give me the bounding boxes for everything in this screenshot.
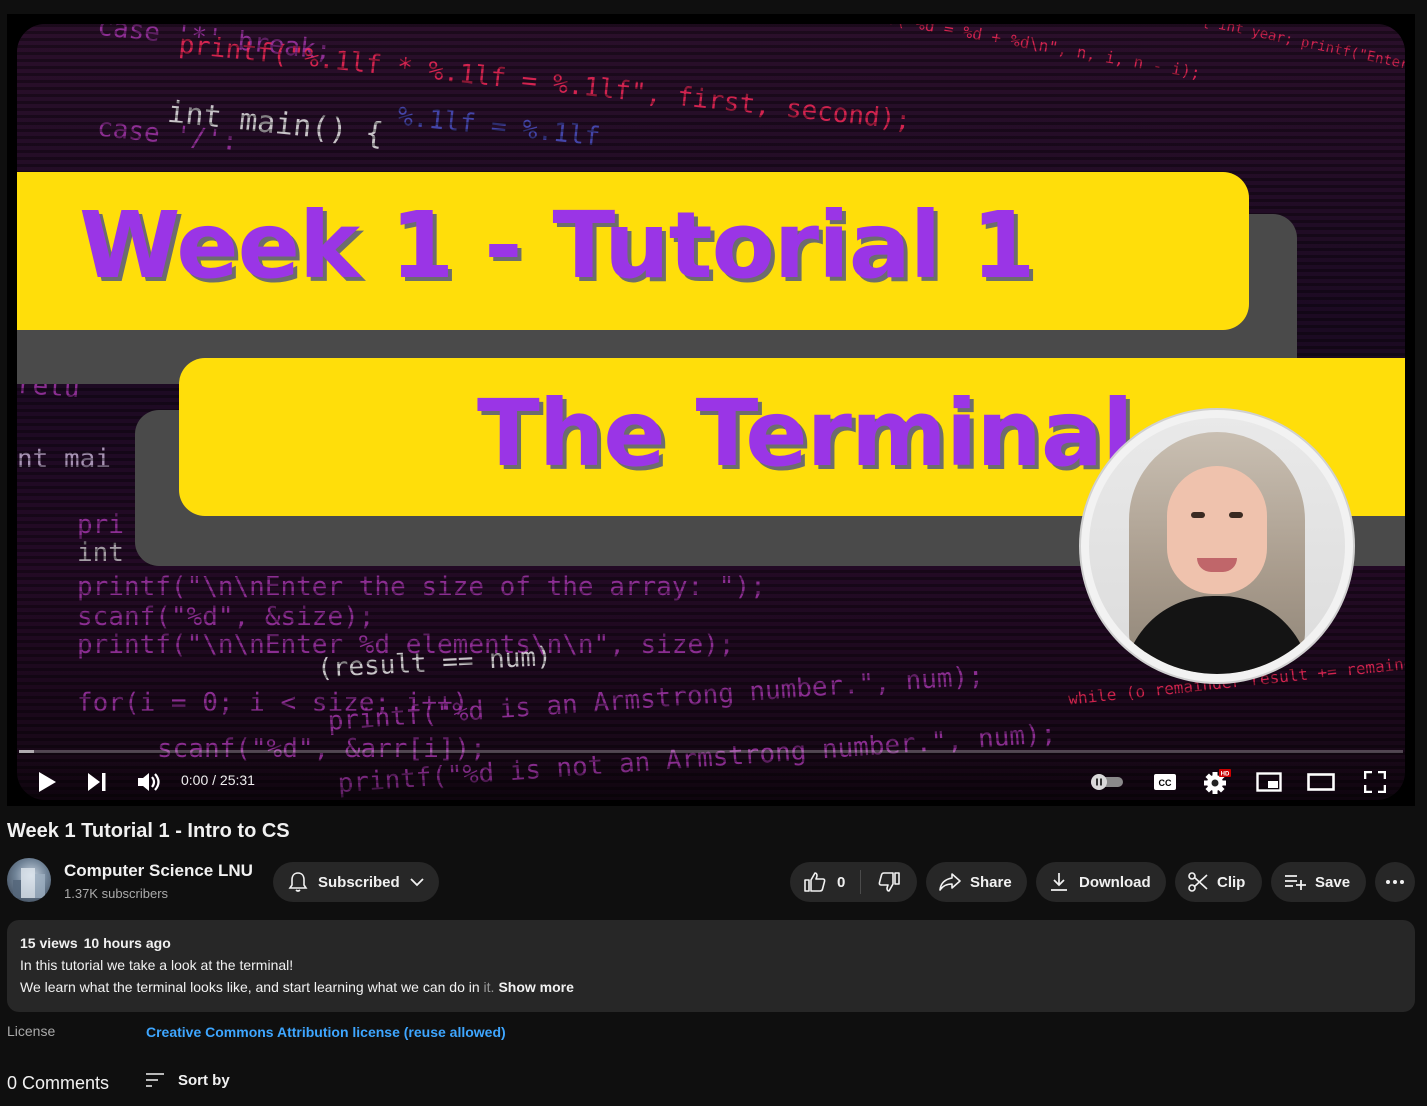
license-link[interactable]: Creative Commons Attribution license (re…	[146, 1024, 506, 1040]
thumbnail-title-line2: The Terminal	[477, 380, 1133, 487]
download-button[interactable]: Download	[1036, 862, 1166, 902]
chevron-down-icon	[410, 878, 424, 887]
upload-age: 10 hours ago	[83, 935, 171, 951]
description-line-2-faded: it.	[483, 979, 495, 995]
view-count: 15 views	[20, 935, 78, 951]
gear-icon: HD	[1204, 769, 1231, 794]
next-button[interactable]	[79, 762, 115, 802]
clip-button[interactable]: Clip	[1175, 862, 1262, 902]
description-line-2-text: We learn what the terminal looks like, a…	[20, 979, 484, 995]
subtitles-button[interactable]: CC	[1147, 762, 1183, 802]
theater-mode-button[interactable]	[1303, 762, 1339, 802]
channel-name[interactable]: Computer Science LNU	[64, 861, 253, 881]
presenter-photo	[1081, 410, 1353, 682]
more-actions-button[interactable]	[1375, 862, 1415, 902]
more-horizontal-icon	[1386, 880, 1404, 884]
miniplayer-button[interactable]	[1251, 762, 1287, 802]
player-controls: 0:00 / 25:31 CC HD	[7, 762, 1415, 802]
sort-by-button[interactable]: Sort by	[145, 1068, 230, 1092]
theater-mode-icon	[1307, 773, 1335, 791]
thumbnail-title-line1: Week 1 - Tutorial 1	[79, 192, 1035, 299]
share-icon	[939, 873, 961, 891]
comments-count: 0 Comments	[7, 1073, 110, 1093]
bell-icon	[288, 872, 308, 892]
settings-button[interactable]: HD	[1199, 762, 1235, 802]
play-icon	[39, 772, 56, 792]
miniplayer-icon	[1256, 772, 1282, 792]
avatar-building-icon	[13, 868, 45, 898]
subscribed-label: Subscribed	[318, 873, 400, 891]
like-button[interactable]: 0	[790, 862, 860, 902]
thumbs-up-icon	[804, 872, 826, 892]
sort-by-label: Sort by	[178, 1071, 230, 1089]
video-player[interactable]: case '*' break; printf("%.1lf * %.1lf = …	[7, 14, 1415, 806]
fullscreen-button[interactable]	[1357, 762, 1393, 802]
thumbs-down-icon	[878, 872, 900, 892]
dislike-button[interactable]	[861, 862, 917, 902]
save-label: Save	[1315, 873, 1351, 891]
clip-label: Clip	[1217, 873, 1246, 891]
volume-icon	[138, 773, 160, 791]
share-button[interactable]: Share	[926, 862, 1027, 902]
download-icon	[1051, 873, 1067, 891]
playlist-add-icon	[1285, 875, 1306, 890]
channel-avatar[interactable]	[7, 858, 51, 902]
scissors-icon	[1188, 872, 1208, 892]
svg-text:CC: CC	[1159, 778, 1172, 788]
like-count: 0	[837, 873, 846, 891]
autoplay-toggle[interactable]	[1087, 762, 1127, 802]
volume-button[interactable]	[131, 762, 167, 802]
subscribed-button[interactable]: Subscribed	[273, 862, 439, 902]
description-line-1: In this tutorial we take a look at the t…	[20, 957, 294, 973]
video-thumbnail[interactable]: case '*' break; printf("%.1lf * %.1lf = …	[17, 24, 1405, 800]
description-box[interactable]: 15 views 10 hours ago In this tutorial we…	[7, 920, 1415, 1012]
autoplay-toggle-icon	[1091, 774, 1123, 790]
sort-icon	[146, 1073, 164, 1087]
closed-captions-icon: CC	[1154, 774, 1176, 790]
license-label: License	[7, 1023, 56, 1039]
svg-text:HD: HD	[1221, 772, 1230, 778]
next-icon	[88, 773, 106, 791]
progress-bar-fill	[19, 750, 35, 753]
description-meta: 15 views 10 hours ago	[20, 935, 171, 951]
like-dislike-group: 0	[790, 862, 917, 902]
description-line-2: We learn what the terminal looks like, a…	[20, 979, 574, 995]
save-button[interactable]: Save	[1271, 862, 1366, 902]
share-label: Share	[970, 873, 1012, 891]
play-button[interactable]	[29, 762, 65, 802]
download-label: Download	[1079, 873, 1151, 891]
time-display: 0:00 / 25:31	[181, 772, 255, 788]
show-more-link[interactable]: Show more	[498, 979, 573, 995]
fullscreen-icon	[1364, 771, 1386, 793]
video-title: Week 1 Tutorial 1 - Intro to CS	[7, 820, 290, 842]
subscriber-count: 1.37K subscribers	[64, 886, 169, 901]
progress-bar[interactable]	[19, 750, 1403, 753]
